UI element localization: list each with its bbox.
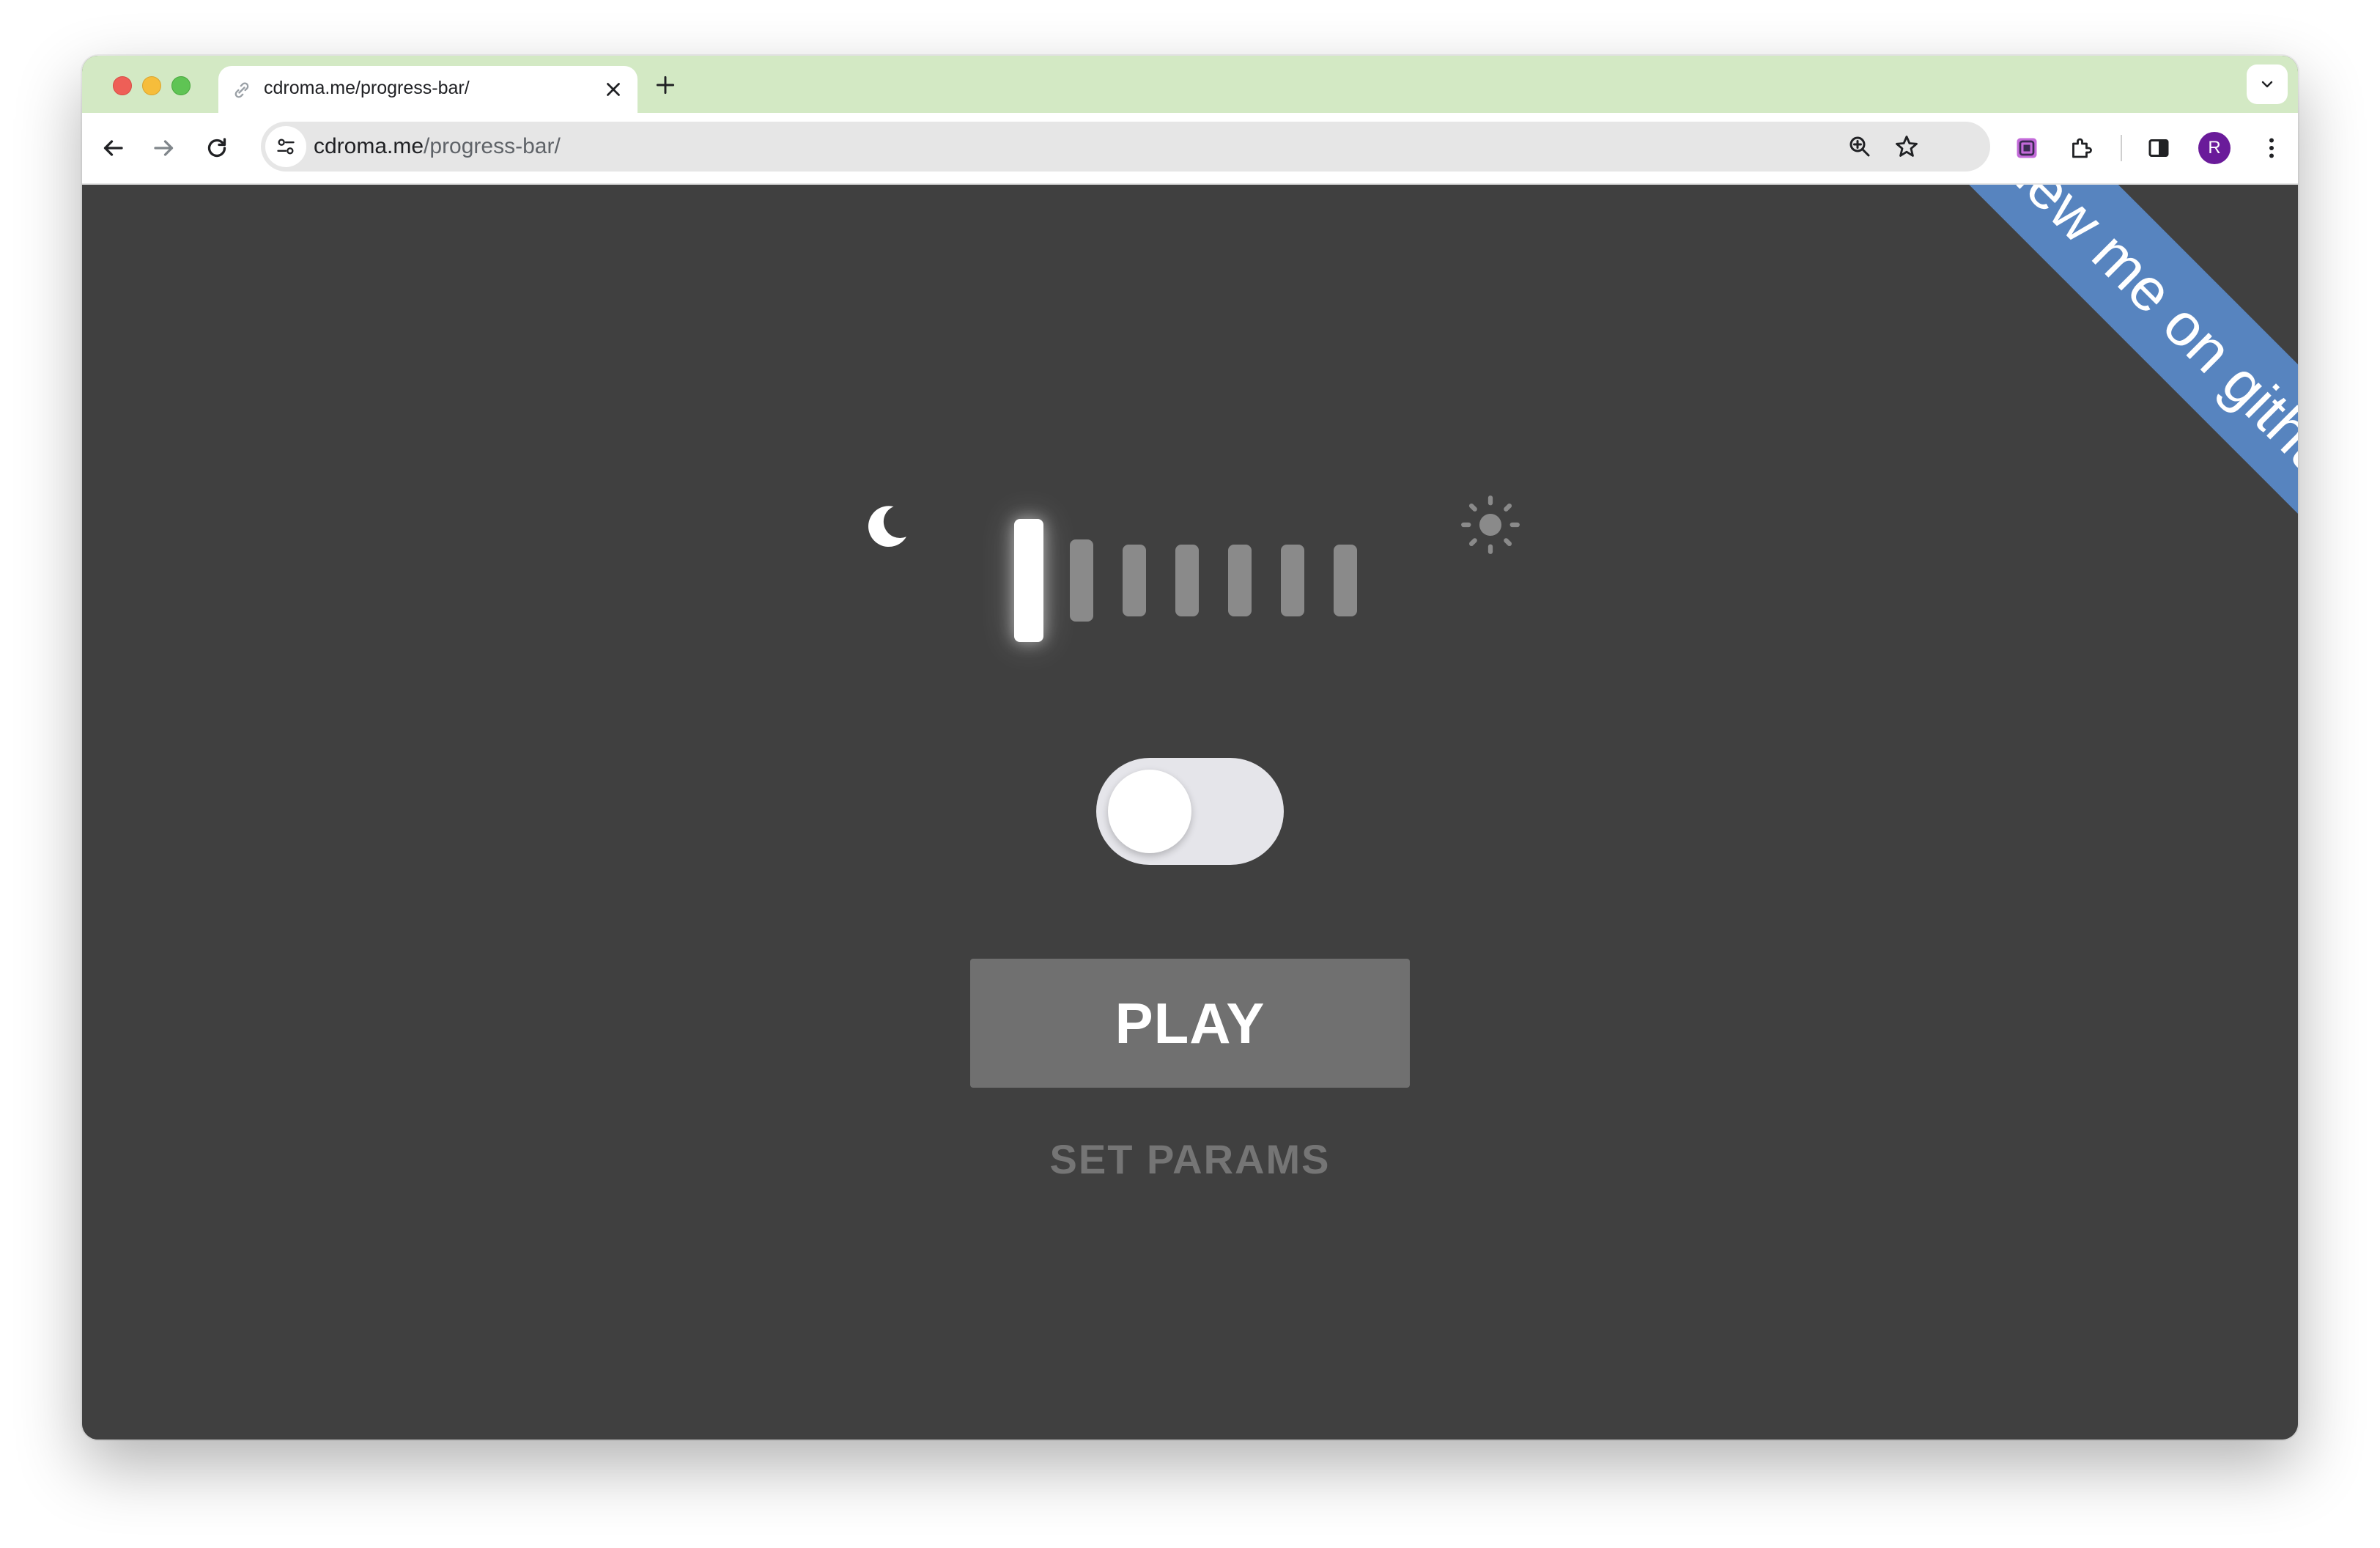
address-bar[interactable]: cdroma.me/progress-bar/ <box>261 122 1990 172</box>
page-content: View me on github PLAY SET PARAMS <box>82 185 2298 1440</box>
extensions-puzzle-icon[interactable] <box>2068 135 2094 161</box>
brightness-segment[interactable] <box>1281 545 1304 616</box>
play-button[interactable]: PLAY <box>970 959 1410 1088</box>
brightness-segment[interactable] <box>1123 545 1146 616</box>
extension-app-icon[interactable] <box>2014 135 2040 161</box>
browser-toolbar: cdroma.me/progress-bar/ R <box>82 113 2298 185</box>
url-domain: cdroma.me <box>314 134 424 158</box>
close-window-button[interactable] <box>113 76 132 95</box>
url-path: /progress-bar/ <box>424 134 561 158</box>
brightness-segment[interactable] <box>1334 545 1357 616</box>
site-info-button[interactable] <box>265 126 306 167</box>
browser-tab[interactable]: cdroma.me/progress-bar/ <box>218 66 638 113</box>
new-tab-icon[interactable] <box>654 73 677 97</box>
link-icon <box>234 82 249 98</box>
tune-icon <box>277 139 295 155</box>
profile-avatar[interactable]: R <box>2198 132 2231 164</box>
mode-toggle-switch[interactable] <box>1096 758 1284 865</box>
tab-title: cdroma.me/progress-bar/ <box>264 78 470 98</box>
zoom-icon[interactable] <box>1847 133 1873 160</box>
github-ribbon[interactable]: View me on github <box>1882 185 2298 607</box>
tab-search-button[interactable] <box>2247 64 2288 104</box>
bookmark-star-icon[interactable] <box>1893 133 1920 160</box>
brightness-segment[interactable] <box>1070 539 1093 622</box>
more-menu-icon[interactable] <box>2258 135 2285 161</box>
maximize-window-button[interactable] <box>171 76 191 95</box>
toggle-knob <box>1108 770 1191 853</box>
sun-icon <box>1461 495 1520 554</box>
minimize-window-button[interactable] <box>142 76 161 95</box>
forward-arrow-icon[interactable] <box>151 135 177 161</box>
back-arrow-icon[interactable] <box>100 135 126 161</box>
reload-icon[interactable] <box>204 135 230 161</box>
moon-icon <box>868 506 906 548</box>
side-panel-icon[interactable] <box>2146 135 2172 161</box>
brightness-segment[interactable] <box>1175 545 1199 616</box>
toolbar-divider <box>2121 135 2122 161</box>
close-tab-icon[interactable] <box>602 78 624 100</box>
tab-strip: cdroma.me/progress-bar/ <box>82 56 2298 113</box>
brightness-segment-active[interactable] <box>1014 519 1043 642</box>
set-params-button[interactable]: SET PARAMS <box>970 1130 1410 1189</box>
url-text: cdroma.me/progress-bar/ <box>314 134 561 159</box>
chevron-down-icon <box>2261 81 2273 88</box>
brightness-segment[interactable] <box>1228 545 1252 616</box>
browser-window: cdroma.me/progress-bar/ cdroma.me/progre… <box>82 56 2298 1440</box>
